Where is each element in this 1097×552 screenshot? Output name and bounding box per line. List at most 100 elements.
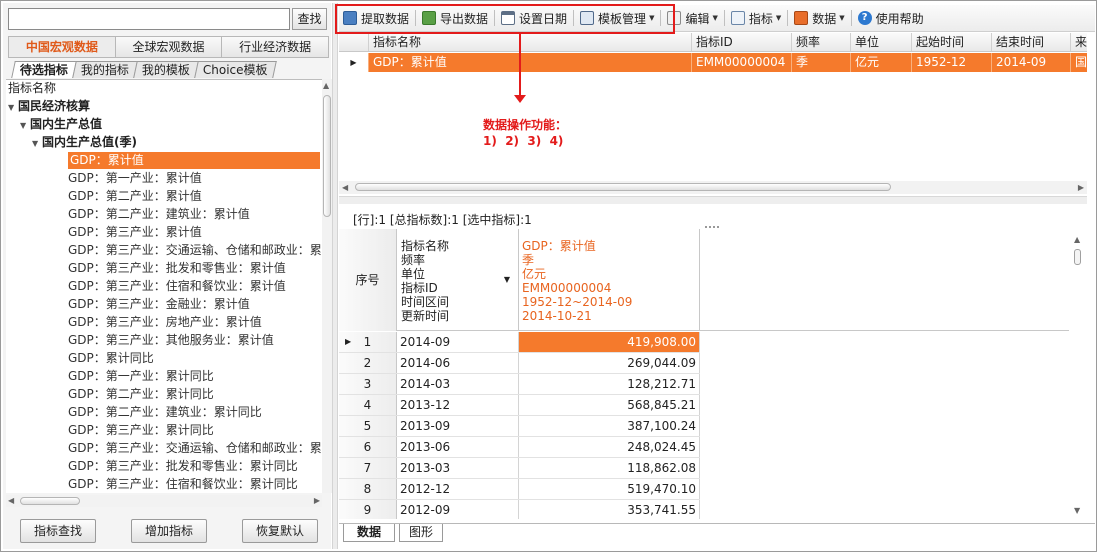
tab-candidate-indicators[interactable]: 待选指标 — [11, 61, 77, 78]
scroll-up-icon[interactable]: ▲ — [1074, 235, 1080, 244]
tree-leaf[interactable]: GDP：第二产业：累计同比 — [6, 385, 322, 403]
tree-leaf[interactable]: GDP：第一产业：累计值 — [6, 169, 322, 187]
scroll-left-icon[interactable]: ◀ — [8, 496, 14, 505]
scroll-thumb[interactable] — [355, 183, 891, 191]
col-header-start-time[interactable]: 起始时间 — [912, 33, 992, 51]
dropdown-arrow-icon[interactable]: ▼ — [504, 273, 510, 287]
data-grid-vertical-scrollbar[interactable]: ▲ ▼ — [1071, 229, 1085, 519]
tab-industry-economy[interactable]: 行业经济数据 — [221, 36, 330, 58]
table-row[interactable]: 5 2013-09 387,100.24 — [339, 416, 700, 437]
col-header-name[interactable]: 指标名称 — [369, 33, 692, 51]
data-icon — [794, 11, 809, 25]
dropdown-arrow-icon: ▼ — [839, 14, 845, 22]
search-input[interactable] — [8, 8, 290, 30]
tree-leaf[interactable]: GDP：第三产业：住宿和餐饮业：累计值 — [6, 277, 322, 295]
tree-leaf[interactable]: GDP：第三产业：交通运输、仓储和邮政业：累 — [6, 439, 322, 457]
meta-value-column[interactable]: GDP：累计值 季 亿元 EMM00000004 1952-12~2014-09… — [519, 229, 700, 331]
meta-value: 季 — [522, 253, 535, 267]
tree-leaf[interactable]: GDP：第一产业：累计同比 — [6, 367, 322, 385]
tree-leaf[interactable]: GDP：第三产业：房地产业：累计值 — [6, 313, 322, 331]
tree-leaf[interactable]: GDP：第三产业：其他服务业：累计值 — [6, 331, 322, 349]
tree-leaf[interactable]: GDP：累计值 — [6, 151, 322, 169]
scroll-right-icon[interactable]: ▶ — [314, 496, 320, 505]
tree-header: 指标名称 — [8, 81, 57, 95]
scroll-thumb[interactable] — [1074, 249, 1081, 265]
indicator-menu-button[interactable]: 指标 ▼ — [727, 7, 785, 29]
resize-grip[interactable] — [705, 226, 719, 228]
search-button[interactable]: 查找 — [292, 8, 327, 30]
cell-date: 2014-09 — [397, 332, 519, 352]
panel-splitter[interactable] — [332, 3, 338, 549]
find-indicator-button[interactable]: 指标查找 — [20, 519, 96, 543]
tree-leaf[interactable]: GDP：第二产业：建筑业：累计同比 — [6, 403, 322, 421]
tab-data[interactable]: 数据 — [343, 524, 395, 542]
tree-node[interactable]: ▼ 国内生产总值(季) — [6, 133, 322, 151]
table-row[interactable]: ▶ 1 2014-09 419,908.00 — [339, 332, 700, 353]
data-grid: 序号 指标名称 频率 单位 指标ID 时间区间 更新时间 ▼ GDP：累计值 季… — [339, 229, 1069, 519]
row-number: 6 — [339, 437, 397, 457]
row-number: 8 — [339, 479, 397, 499]
table-row[interactable]: 6 2013-06 248,024.45 — [339, 437, 700, 458]
help-button[interactable]: ? 使用帮助 — [854, 7, 928, 29]
table-row[interactable]: 4 2013-12 568,845.21 — [339, 395, 700, 416]
tree-leaf[interactable]: GDP：第三产业：住宿和餐饮业：累计同比 — [6, 475, 322, 493]
scroll-right-icon[interactable]: ▶ — [1078, 183, 1084, 192]
tree-node[interactable]: ▼ 国民经济核算 — [6, 97, 322, 115]
cell-unit: 亿元 — [851, 53, 912, 72]
scroll-thumb[interactable] — [20, 497, 80, 505]
col-header-end-time[interactable]: 结束时间 — [992, 33, 1071, 51]
cell-date: 2014-03 — [397, 374, 519, 394]
cell-value: 387,100.24 — [519, 416, 700, 436]
left-button-bar: 指标查找 增加指标 恢复默认 — [3, 517, 331, 547]
dropdown-arrow-icon: ▼ — [775, 14, 782, 22]
indicator-tree: 指标名称 ▼ 国民经济核算 ▼ 国内生产总值 ▼ 国内生产总值(季) GDP：累计值 … — [6, 79, 322, 493]
collapse-arrow-icon[interactable]: ▼ — [32, 135, 42, 151]
table-row[interactable]: 8 2012-12 519,470.10 — [339, 479, 700, 500]
tree-vertical-scrollbar[interactable]: ▲ — [322, 79, 332, 493]
restore-default-button[interactable]: 恢复默认 — [242, 519, 318, 543]
tree-leaf[interactable]: GDP：第三产业：累计值 — [6, 223, 322, 241]
tree-leaf[interactable]: GDP：第三产业：金融业：累计值 — [6, 295, 322, 313]
tab-global-macro[interactable]: 全球宏观数据 — [114, 36, 223, 58]
grid-splitter[interactable] — [339, 196, 1087, 204]
tree-leaf[interactable]: GDP：第三产业：交通运输、仓储和邮政业：累 — [6, 241, 322, 259]
table-row[interactable]: 9 2012-09 353,741.55 — [339, 500, 700, 519]
scroll-thumb[interactable] — [323, 95, 331, 217]
col-header-source[interactable]: 来 — [1071, 33, 1087, 51]
meta-label: 更新时间 — [401, 309, 450, 323]
tree-horizontal-scrollbar[interactable]: ◀ ▶ — [6, 495, 322, 507]
cell-value: 519,470.10 — [519, 479, 700, 499]
toolbar-separator — [850, 10, 852, 26]
table-row[interactable]: ▶ GDP：累计值 EMM00000004 季 亿元 1952-12 2014-… — [339, 53, 1087, 72]
tab-my-templates[interactable]: 我的模板 — [133, 61, 199, 78]
tab-chart[interactable]: 图形 — [399, 524, 443, 542]
tab-choice-templates[interactable]: Choice模板 — [194, 61, 277, 78]
col-header-id[interactable]: 指标ID — [692, 33, 792, 51]
scroll-left-icon[interactable]: ◀ — [342, 183, 348, 192]
tree-leaf[interactable]: GDP：累计同比 — [6, 349, 322, 367]
tree-leaf[interactable]: GDP：第三产业：批发和零售业：累计同比 — [6, 457, 322, 475]
collapse-arrow-icon[interactable]: ▼ — [20, 117, 30, 133]
col-header-unit[interactable]: 单位 — [851, 33, 912, 51]
tree-leaf[interactable]: GDP：第二产业：累计值 — [6, 187, 322, 205]
collapse-arrow-icon[interactable]: ▼ — [8, 99, 18, 115]
indicator-panel: 查找 中国宏观数据 全球宏观数据 行业经济数据 待选指标 我的指标 我的模板 C… — [3, 3, 332, 549]
data-menu-button[interactable]: 数据 ▼ — [790, 7, 848, 29]
row-indicator-header — [339, 33, 369, 51]
tree-node[interactable]: ▼ 国内生产总值 — [6, 115, 322, 133]
table-row[interactable]: 3 2014-03 128,212.71 — [339, 374, 700, 395]
meta-label-column[interactable]: 指标名称 频率 单位 指标ID 时间区间 更新时间 ▼ — [397, 229, 519, 331]
scroll-up-icon[interactable]: ▲ — [323, 81, 329, 90]
col-header-frequency[interactable]: 频率 — [792, 33, 851, 51]
tree-leaf[interactable]: GDP：第三产业：累计同比 — [6, 421, 322, 439]
tree-leaf[interactable]: GDP：第三产业：批发和零售业：累计值 — [6, 259, 322, 277]
tab-my-indicators[interactable]: 我的指标 — [72, 61, 138, 78]
tab-china-macro[interactable]: 中国宏观数据 — [8, 36, 116, 58]
scroll-down-icon[interactable]: ▼ — [1074, 506, 1080, 515]
table-row[interactable]: 2 2014-06 269,044.09 — [339, 353, 700, 374]
help-icon: ? — [857, 11, 872, 25]
grid-horizontal-scrollbar[interactable]: ◀ ▶ — [339, 181, 1087, 194]
add-indicator-button[interactable]: 增加指标 — [131, 519, 207, 543]
tree-leaf[interactable]: GDP：第二产业：建筑业：累计值 — [6, 205, 322, 223]
table-row[interactable]: 7 2013-03 118,862.08 — [339, 458, 700, 479]
